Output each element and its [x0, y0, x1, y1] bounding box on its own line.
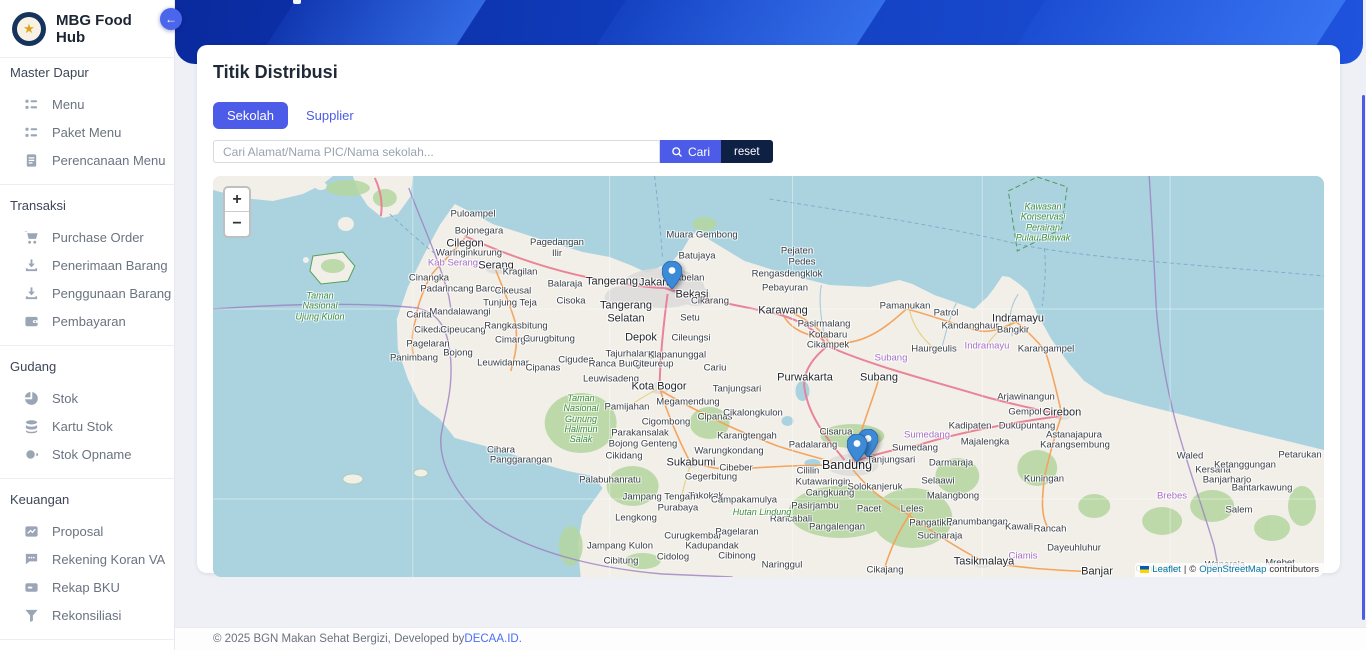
attribution-separator: | — [1184, 564, 1186, 575]
sidebar-item-label: Stok Opname — [52, 447, 132, 462]
page-scrollbar[interactable] — [1362, 95, 1365, 620]
map-basemap — [213, 176, 1324, 577]
sidebar-section-master-dapur: Master Dapur Menu Paket Menu Perencanaan Me… — [0, 58, 174, 184]
sidebar-section-label: Gudang — [0, 358, 174, 376]
sidebar-item-label: Pembayaran — [52, 314, 126, 329]
app-title: MBG Food Hub — [56, 12, 162, 46]
page-title: Titik Distribusi — [213, 62, 1324, 83]
main-area: Titik Distribusi SekolahSupplier Cari re… — [175, 0, 1366, 650]
footer-text: © 2025 BGN Makan Sehat Bergizi, Develope… — [213, 633, 464, 645]
search-input[interactable] — [213, 140, 660, 163]
sidebar-item-rekap-bku[interactable]: Rekap BKU — [0, 573, 174, 601]
sidebar-item-label: Penerimaan Barang — [52, 258, 168, 273]
sidebar-item-label: Perencanaan Menu — [52, 153, 165, 168]
garuda-emblem-icon: ★ — [17, 17, 41, 41]
sidebar-item-proposal[interactable]: Proposal — [0, 517, 174, 545]
cards-icon — [24, 419, 40, 434]
sidebar-item-label: Rekap BKU — [52, 580, 120, 595]
sidebar-section-keuangan: Keuangan Proposal Rekening Koran VA Rekap B… — [0, 478, 174, 639]
tab-supplier[interactable]: Supplier — [292, 102, 368, 129]
cari-button[interactable]: Cari — [660, 140, 721, 163]
search-group: Cari reset — [213, 140, 1324, 163]
decaa-link[interactable]: DECAA.ID. — [464, 633, 522, 645]
chart-icon — [24, 524, 40, 539]
sidebar-item-rekonsiliasi[interactable]: Rekonsiliasi — [0, 601, 174, 629]
funnel-icon — [24, 608, 40, 623]
sidebar-section-gudang: Gudang Stok Kartu Stok Stok Opname — [0, 345, 174, 478]
map-attribution: Leaflet | © OpenStreetMap contributors — [1135, 563, 1324, 577]
brand: ★ MBG Food Hub — [0, 0, 174, 58]
sidebar-section-label: Transaksi — [0, 197, 174, 215]
sidebar-item-penggunaan-barang[interactable]: Penggunaan Barang — [0, 279, 174, 307]
tabs: SekolahSupplier — [213, 102, 1324, 129]
sidebar-item-label: Kartu Stok — [52, 419, 113, 434]
openstreetmap-link[interactable]: OpenStreetMap — [1199, 564, 1266, 575]
banner-dot — [293, 0, 301, 4]
sidebar-item-stok[interactable]: Stok — [0, 384, 174, 412]
sidebar-section-transaksi: Transaksi Purchase Order Penerimaan Barang… — [0, 184, 174, 345]
sidebar-item-kartu-stok[interactable]: Kartu Stok — [0, 412, 174, 440]
chat-icon — [24, 552, 40, 567]
sidebar-item-pembayaran[interactable]: Pembayaran — [0, 307, 174, 335]
sidebar-item-label: Purchase Order — [52, 230, 144, 245]
sidebar-section-label: Keuangan — [0, 491, 174, 509]
sidebar-item-purchase-order[interactable]: Purchase Order — [0, 223, 174, 251]
sidebar: ★ MBG Food Hub Master Dapur Menu Paket Men… — [0, 0, 175, 650]
copyright-symbol: © — [1189, 564, 1196, 575]
download-icon — [24, 286, 40, 301]
list-icon — [24, 97, 40, 112]
attribution-suffix: contributors — [1269, 564, 1319, 575]
sidebar-item-paket-menu[interactable]: Paket Menu — [0, 118, 174, 146]
cart-icon — [24, 230, 40, 245]
ukraine-flag-icon — [1140, 566, 1149, 573]
download-icon — [24, 258, 40, 273]
sidebar-item-label: Rekening Koran VA — [52, 552, 165, 567]
tab-sekolah[interactable]: Sekolah — [213, 102, 288, 129]
file-icon — [24, 153, 40, 168]
sidebar-item-perencanaan-menu[interactable]: Perencanaan Menu — [0, 146, 174, 174]
pie-icon — [24, 391, 40, 406]
map-zoom-control: + − — [223, 186, 251, 238]
list-icon — [24, 125, 40, 140]
wallet-icon — [24, 314, 40, 329]
map-marker-icon[interactable] — [847, 434, 867, 462]
sidebar-item-label: Paket Menu — [52, 125, 121, 140]
sidebar-item-menu[interactable]: Menu — [0, 90, 174, 118]
disc-icon — [24, 447, 40, 462]
wallet2-icon — [24, 580, 40, 595]
map-marker-icon[interactable] — [662, 261, 682, 289]
search-icon — [671, 146, 683, 158]
sidebar-nav: Master Dapur Menu Paket Menu Perencanaan Me… — [0, 58, 174, 650]
sidebar-section-label: Master Dapur — [0, 64, 174, 82]
reset-button[interactable]: reset — [721, 140, 773, 163]
leaflet-link[interactable]: Leaflet — [1152, 564, 1181, 575]
app-logo-icon: ★ — [12, 12, 46, 46]
sidebar-item-label: Penggunaan Barang — [52, 286, 171, 301]
sidebar-section-laporan: Laporan — [0, 639, 174, 650]
sidebar-item-label: Menu — [52, 97, 85, 112]
sidebar-item-penerimaan-barang[interactable]: Penerimaan Barang — [0, 251, 174, 279]
sidebar-collapse-button[interactable]: ← — [160, 8, 182, 30]
distribution-map[interactable]: PuloampelBojonegaraCilegonWaringinkurung… — [213, 176, 1324, 577]
content-card: Titik Distribusi SekolahSupplier Cari re… — [197, 45, 1340, 573]
sidebar-item-stok-opname[interactable]: Stok Opname — [0, 440, 174, 468]
zoom-out-button[interactable]: − — [225, 212, 249, 236]
sidebar-item-rekening-koran-va[interactable]: Rekening Koran VA — [0, 545, 174, 573]
footer: © 2025 BGN Makan Sehat Bergizi, Develope… — [175, 627, 1366, 650]
sidebar-item-label: Rekonsiliasi — [52, 608, 121, 623]
sidebar-item-label: Stok — [52, 391, 78, 406]
zoom-in-button[interactable]: + — [225, 188, 249, 212]
sidebar-item-label: Proposal — [52, 524, 103, 539]
